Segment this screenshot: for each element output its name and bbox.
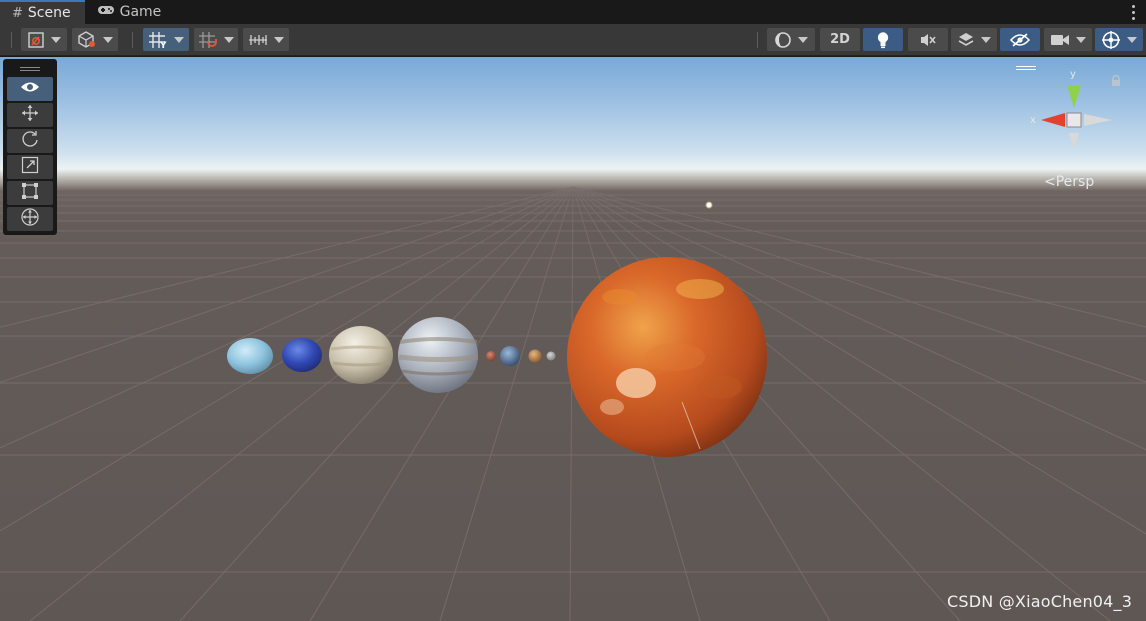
scale-icon bbox=[21, 156, 39, 178]
rect-tool-button[interactable] bbox=[7, 181, 53, 205]
gizmos-dropdown[interactable] bbox=[1095, 28, 1143, 51]
shaded-sphere-icon bbox=[774, 31, 792, 49]
planet-mars[interactable] bbox=[486, 351, 496, 361]
scale-tool-button[interactable] bbox=[7, 155, 53, 179]
draw-mode-dropdown[interactable] bbox=[767, 28, 815, 51]
rotate-tool-button[interactable] bbox=[7, 129, 53, 153]
toolbar-separator bbox=[757, 32, 758, 48]
planet-uranus[interactable] bbox=[227, 338, 273, 374]
gamepad-icon bbox=[97, 4, 115, 20]
effects-dropdown[interactable] bbox=[951, 28, 997, 51]
tab-bar: # Scene Game bbox=[0, 0, 1146, 24]
scene-camera-dropdown[interactable] bbox=[1044, 28, 1092, 51]
lock-icon[interactable] bbox=[1111, 75, 1121, 87]
transform-tool-button[interactable] bbox=[7, 207, 53, 231]
gizmo-center-cube[interactable] bbox=[1066, 112, 1082, 128]
chevron-down-icon bbox=[1127, 36, 1137, 43]
view-tool-button[interactable] bbox=[7, 77, 53, 101]
watermark-text: CSDN @XiaoChen04_3 bbox=[947, 592, 1133, 611]
planet-jupiter[interactable] bbox=[398, 317, 479, 393]
tool-handle-position-dropdown[interactable] bbox=[21, 28, 67, 51]
gizmo-y-cone[interactable] bbox=[1067, 85, 1081, 108]
gizmo-globe-icon bbox=[1101, 30, 1121, 50]
ruler-icon bbox=[248, 32, 268, 48]
toggle-lighting-button[interactable] bbox=[863, 28, 903, 51]
mute-icon bbox=[919, 32, 937, 48]
chevron-down-icon bbox=[274, 36, 284, 43]
cube-icon bbox=[77, 30, 97, 49]
transform-icon bbox=[20, 207, 40, 231]
chevron-left-icon: < bbox=[1044, 174, 1056, 190]
toggle-audio-button[interactable] bbox=[908, 28, 948, 51]
chevron-down-icon bbox=[224, 36, 234, 43]
gizmo-x-cone[interactable] bbox=[1041, 113, 1065, 127]
gizmo-neg-x-cone[interactable] bbox=[1084, 114, 1112, 126]
tab-game[interactable]: Game bbox=[85, 0, 176, 24]
snap-grid-icon bbox=[198, 31, 218, 49]
move-arrows-icon bbox=[21, 104, 39, 126]
scene-grid bbox=[0, 186, 1146, 621]
chevron-down-icon bbox=[798, 36, 808, 43]
pivot-icon bbox=[27, 31, 45, 49]
camera-icon bbox=[1050, 33, 1070, 47]
scene-view-menu-icon[interactable] bbox=[1016, 66, 1036, 72]
svg-text:Y: Y bbox=[159, 41, 167, 49]
grid-snapping-dropdown[interactable] bbox=[194, 28, 238, 51]
rotate-icon bbox=[21, 130, 39, 152]
planet-venus[interactable] bbox=[528, 349, 542, 363]
move-tool-button[interactable] bbox=[7, 103, 53, 127]
chevron-down-icon bbox=[981, 36, 991, 43]
scene-visibility-button[interactable] bbox=[1000, 28, 1040, 51]
chevron-down-icon bbox=[51, 36, 61, 43]
sun-sphere[interactable] bbox=[567, 257, 767, 457]
projection-label: Persp bbox=[1055, 174, 1095, 190]
planet-earth[interactable] bbox=[500, 346, 520, 366]
tools-overlay bbox=[3, 59, 57, 235]
tab-scene[interactable]: # Scene bbox=[0, 0, 85, 24]
rect-transform-icon bbox=[21, 182, 39, 204]
eye-icon bbox=[20, 80, 40, 98]
gizmo-neg-y-cone[interactable] bbox=[1069, 133, 1079, 150]
more-options-icon[interactable] bbox=[1128, 2, 1138, 22]
orientation-gizmo[interactable]: y x bbox=[1024, 65, 1120, 155]
increment-snapping-dropdown[interactable] bbox=[243, 28, 289, 51]
grid-visibility-dropdown[interactable]: Y bbox=[143, 28, 189, 51]
toggle-2d-button[interactable]: 2D bbox=[820, 28, 860, 51]
projection-toggle[interactable]: <Persp bbox=[1044, 174, 1094, 190]
gizmo-y-label: y bbox=[1070, 69, 1076, 80]
light-marker[interactable] bbox=[705, 201, 713, 209]
scene-toolbar: Y 2D bbox=[0, 24, 1146, 56]
chevron-down-icon bbox=[103, 36, 113, 43]
hash-icon: # bbox=[12, 5, 23, 21]
chevron-down-icon bbox=[1076, 36, 1086, 43]
hidden-eye-icon bbox=[1009, 32, 1031, 48]
tool-handle-rotation-dropdown[interactable] bbox=[72, 28, 118, 51]
toggle-2d-label: 2D bbox=[830, 32, 850, 47]
tab-game-label: Game bbox=[119, 4, 162, 20]
toolbar-separator bbox=[11, 32, 12, 48]
tab-scene-label: Scene bbox=[27, 5, 71, 21]
lightbulb-icon bbox=[876, 31, 890, 49]
grid-y-icon: Y bbox=[148, 31, 168, 49]
planet-mercury[interactable] bbox=[546, 351, 556, 361]
scene-viewport[interactable]: y x <Persp CSDN @XiaoChen04_3 bbox=[0, 57, 1146, 621]
layers-icon bbox=[957, 32, 975, 48]
gizmo-x-label: x bbox=[1030, 115, 1036, 126]
drag-handle-icon[interactable] bbox=[6, 63, 54, 75]
planet-neptune[interactable] bbox=[282, 338, 322, 372]
chevron-down-icon bbox=[174, 36, 184, 43]
planet-saturn[interactable] bbox=[329, 326, 393, 384]
toolbar-separator bbox=[132, 32, 133, 48]
